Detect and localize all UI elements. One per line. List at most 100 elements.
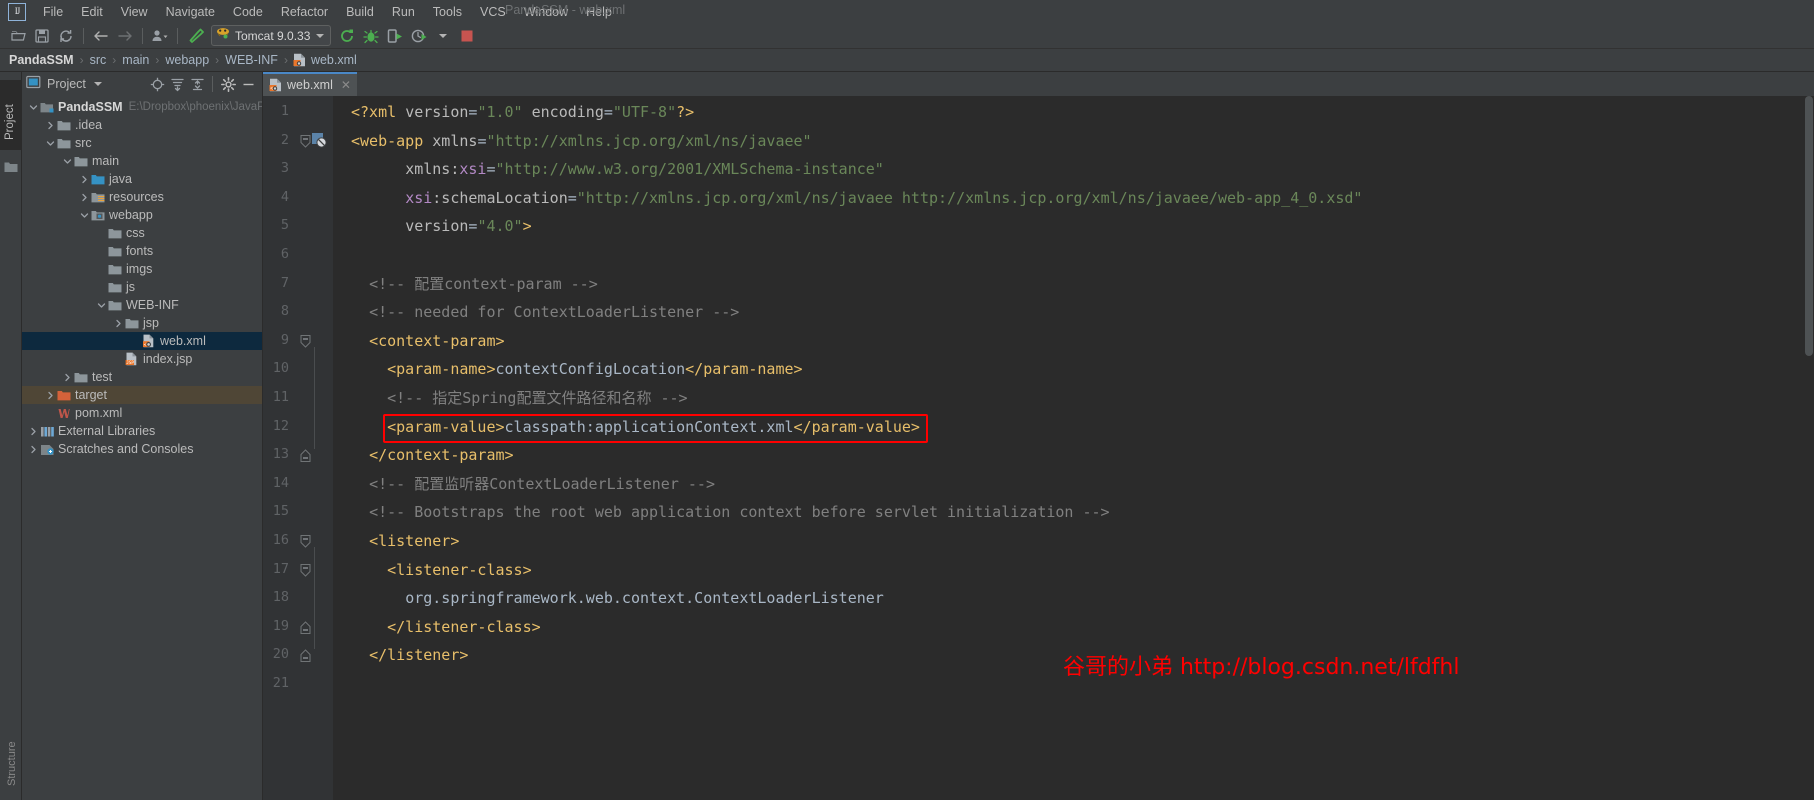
code-line[interactable]: <listener> [351, 527, 459, 556]
tree-item-js[interactable]: js [22, 278, 262, 296]
code-line[interactable]: <listener-class> [351, 556, 532, 585]
tree-item-pom-xml[interactable]: pom.xml [22, 404, 262, 422]
breadcrumb-item-src[interactable]: src [90, 53, 107, 67]
save-icon[interactable] [30, 25, 54, 47]
code-line[interactable]: <!-- 配置监听器ContextLoaderListener --> [351, 470, 715, 499]
tree-item-css[interactable]: css [22, 224, 262, 242]
tree-item-imgs[interactable]: imgs [22, 260, 262, 278]
chevron-right-icon[interactable] [79, 174, 90, 185]
tree-item-main[interactable]: main [22, 152, 262, 170]
menu-item-file[interactable]: File [34, 3, 72, 21]
chevron-down-icon[interactable] [62, 156, 73, 167]
debug-bug-icon[interactable] [359, 25, 383, 47]
back-arrow-icon[interactable] [89, 25, 113, 47]
chevron-right-icon[interactable] [45, 120, 56, 131]
fold-open-icon[interactable] [300, 134, 311, 148]
menu-item-build[interactable]: Build [337, 3, 383, 21]
tree-item-target[interactable]: target [22, 386, 262, 404]
chevron-right-icon[interactable] [113, 318, 124, 329]
tree-item-web-inf[interactable]: WEB-INF [22, 296, 262, 314]
chevron-down-icon[interactable] [28, 102, 39, 113]
hide-minus-icon[interactable] [238, 74, 258, 94]
menu-item-edit[interactable]: Edit [72, 3, 112, 21]
tree-item-java[interactable]: java [22, 170, 262, 188]
tree-item--idea[interactable]: .idea [22, 116, 262, 134]
chevron-down-icon[interactable] [93, 82, 102, 86]
menu-item-code[interactable]: Code [224, 3, 272, 21]
tree-item-webapp[interactable]: webapp [22, 206, 262, 224]
tree-item-web-xml[interactable]: < web.xml [22, 332, 262, 350]
fold-open-icon[interactable] [300, 334, 311, 348]
tree-item-external-libraries[interactable]: External Libraries [22, 422, 262, 440]
code-line[interactable]: </listener-class> [351, 613, 541, 642]
chevron-right-icon[interactable] [62, 372, 73, 383]
breadcrumb-item-main[interactable]: main [122, 53, 149, 67]
tree-item-fonts[interactable]: fonts [22, 242, 262, 260]
build-hammer-icon[interactable] [183, 25, 207, 47]
code-line[interactable]: <param-name>contextConfigLocation</param… [351, 355, 802, 384]
sync-icon[interactable] [54, 25, 78, 47]
sidebar-item-structure-tab[interactable]: Structure [2, 734, 20, 794]
fold-open-icon[interactable] [300, 563, 311, 577]
code-content[interactable]: <?xml version="1.0" encoding="UTF-8"?> <w… [333, 96, 1814, 800]
stop-square-icon[interactable] [455, 25, 479, 47]
chevron-right-icon[interactable] [45, 390, 56, 401]
run-coverage-icon[interactable] [383, 25, 407, 47]
forward-arrow-icon[interactable] [113, 25, 137, 47]
collapse-all-icon[interactable] [187, 74, 207, 94]
code-editor[interactable]: 1 2 3 4 5 6 7 8 9 10 11 12 13 14 15 16 17 18 19 20 21 <?xml … [263, 96, 1814, 800]
open-folder-icon[interactable] [6, 25, 30, 47]
scrollbar-thumb[interactable] [1805, 96, 1813, 356]
menu-item-refactor[interactable]: Refactor [272, 3, 337, 21]
code-line[interactable]: <!-- needed for ContextLoaderListener --… [351, 298, 739, 327]
tree-item-resources[interactable]: resources [22, 188, 262, 206]
chevron-right-icon[interactable] [79, 192, 90, 203]
code-line[interactable]: org.springframework.web.context.ContextL… [351, 584, 884, 613]
code-line[interactable]: <!-- 指定Spring配置文件路径和名称 --> [351, 384, 687, 413]
chevron-down-icon[interactable] [316, 33, 325, 38]
tree-item-jsp[interactable]: jsp [22, 314, 262, 332]
chevron-down-icon[interactable] [45, 138, 56, 149]
code-line[interactable] [351, 670, 360, 699]
breadcrumb-item-web-xml[interactable]: web.xml [311, 53, 357, 67]
locate-target-icon[interactable] [147, 74, 167, 94]
chevron-down-icon[interactable] [431, 25, 455, 47]
project-tree[interactable]: PandaSSM E:\Dropbox\phoenix\JavaPro .idea s… [22, 96, 262, 800]
code-line[interactable]: <!-- 配置context-param --> [351, 270, 598, 299]
tree-item-index-jsp[interactable]: JSP index.jsp [22, 350, 262, 368]
chevron-down-icon[interactable] [96, 300, 107, 311]
editor-tab-web-xml[interactable]: < web.xml ✕ [263, 72, 357, 96]
breadcrumb-item-webapp[interactable]: webapp [165, 53, 209, 67]
close-icon[interactable]: ✕ [341, 78, 351, 92]
code-line[interactable]: </context-param> [351, 441, 514, 470]
code-line[interactable]: version="4.0"> [351, 212, 531, 241]
code-line[interactable] [351, 241, 360, 270]
chevron-right-icon[interactable] [28, 444, 39, 455]
code-line[interactable]: <!-- Bootstraps the root web application… [351, 498, 1110, 527]
menu-item-view[interactable]: View [112, 3, 157, 21]
code-line[interactable]: <?xml version="1.0" encoding="UTF-8"?> [351, 98, 694, 127]
tree-item-test[interactable]: test [22, 368, 262, 386]
tree-item-scratches-and-consoles[interactable]: Scratches and Consoles [22, 440, 262, 458]
menu-item-tools[interactable]: Tools [424, 3, 471, 21]
fold-open-icon[interactable] [300, 535, 311, 548]
code-line[interactable]: <param-value>classpath:applicationContex… [351, 413, 920, 442]
editor-vertical-scrollbar[interactable] [1804, 96, 1814, 800]
chevron-right-icon[interactable] [28, 426, 39, 437]
code-line[interactable]: xsi:schemaLocation="http://xmlns.jcp.org… [351, 184, 1362, 213]
expand-all-icon[interactable] [167, 74, 187, 94]
tree-item-pandassm[interactable]: PandaSSM E:\Dropbox\phoenix\JavaPro [22, 98, 262, 116]
chevron-down-icon[interactable] [79, 210, 90, 221]
run-configuration-selector[interactable]: Tomcat 9.0.33 [211, 25, 332, 46]
sidebar-item-project-tab[interactable]: Project [0, 80, 21, 150]
code-line[interactable]: xmlns:xsi="http://www.w3.org/2001/XMLSch… [351, 155, 884, 184]
user-profile-icon[interactable] [148, 25, 172, 47]
code-line[interactable]: <context-param> [351, 327, 504, 356]
xml-schema-icon[interactable] [312, 132, 327, 153]
breadcrumb-item-pandassm[interactable]: PandaSSM [9, 53, 74, 67]
settings-gear-icon[interactable] [218, 74, 238, 94]
favorites-folder-icon[interactable] [4, 160, 18, 178]
breadcrumb-item-web-inf[interactable]: WEB-INF [225, 53, 278, 67]
rerun-icon[interactable] [335, 25, 359, 47]
code-line[interactable]: </listener> [351, 641, 468, 670]
